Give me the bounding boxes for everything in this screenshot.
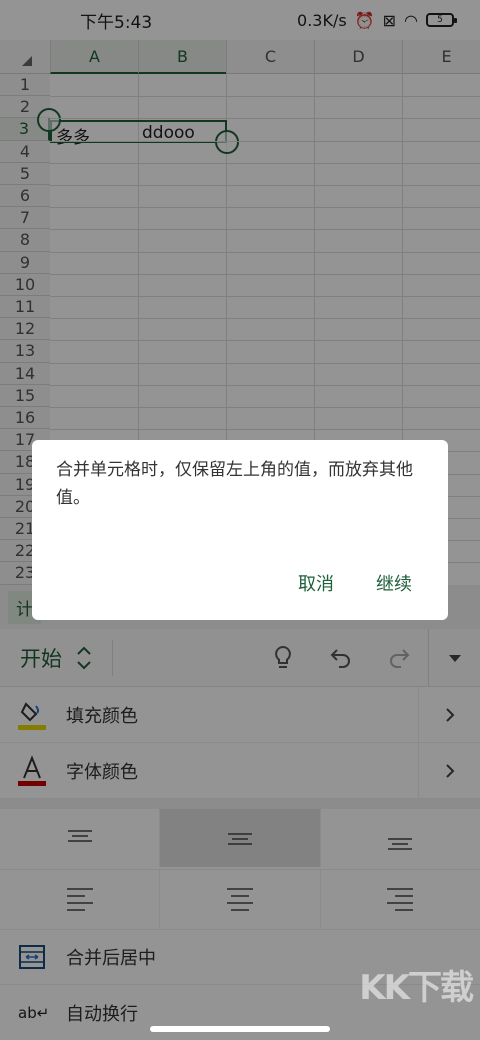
watermark-logo: KK下载	[359, 968, 474, 1008]
continue-button[interactable]: 继续	[376, 570, 412, 596]
cancel-button[interactable]: 取消	[298, 570, 334, 596]
home-indicator[interactable]	[150, 1026, 330, 1032]
dialog-message: 合并单元格时，仅保留左上角的值，而放弃其他值。	[56, 460, 413, 508]
merge-warning-dialog: 合并单元格时，仅保留左上角的值，而放弃其他值。 取消 继续	[32, 440, 448, 620]
